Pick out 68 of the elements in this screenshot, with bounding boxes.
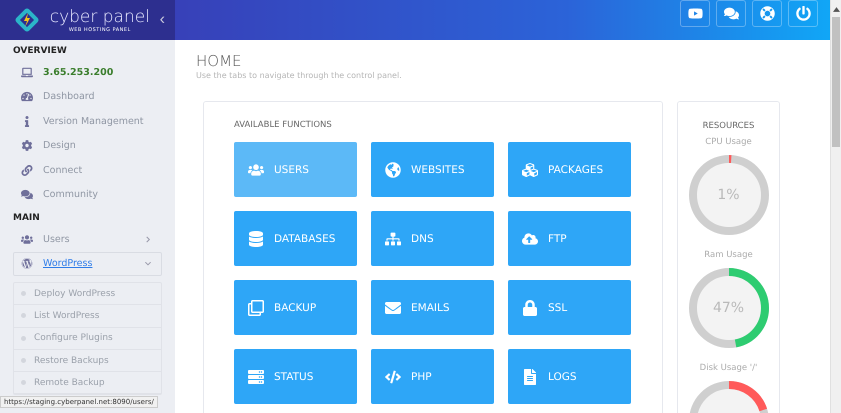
page-subtitle: Use the tabs to navigate through the control panel. xyxy=(196,71,403,80)
code-icon xyxy=(385,368,401,384)
section-title: OVERVIEW xyxy=(12,45,68,58)
function-tile[interactable]: WEBSITES xyxy=(371,142,494,197)
users-icon xyxy=(248,162,264,178)
file-icon xyxy=(522,368,538,384)
server-icon xyxy=(248,368,264,384)
youtube-icon xyxy=(688,6,702,21)
function-tile[interactable]: BACKUP xyxy=(234,280,357,335)
function-tile[interactable]: DNS xyxy=(371,211,494,266)
lock-icon xyxy=(522,300,538,316)
collapse-button[interactable]: ‹ xyxy=(160,11,165,29)
function-tile[interactable]: USERS xyxy=(234,142,357,197)
brand-name: cyber panel xyxy=(50,8,150,26)
cubes-icon xyxy=(522,162,538,178)
gauge-label: Disk Usage '/' xyxy=(700,363,758,373)
lifebuoy-button[interactable] xyxy=(752,0,782,27)
sitemap-icon xyxy=(385,230,401,246)
settings-icon xyxy=(21,140,33,152)
submenu-item[interactable]: Restore Backups xyxy=(14,350,161,372)
users-icon xyxy=(21,234,33,245)
function-tile[interactable]: LOGS xyxy=(508,349,631,404)
sidebar-item[interactable]: Users xyxy=(13,227,162,252)
sidebar-item[interactable]: Connect xyxy=(13,158,162,182)
laptop-icon xyxy=(21,66,33,78)
submenu-item[interactable]: Configure Plugins xyxy=(14,328,161,350)
chat-button[interactable] xyxy=(716,0,746,27)
gauge-reading: 47% xyxy=(712,300,744,316)
card-title: AVAILABLE FUNCTIONS xyxy=(234,120,333,130)
sidebar-item[interactable]: Dashboard xyxy=(13,84,162,109)
power-button[interactable] xyxy=(788,0,818,27)
gauge-label: CPU Usage xyxy=(705,137,752,147)
function-tile[interactable]: DATABASES xyxy=(234,211,357,266)
function-tile[interactable]: STATUS xyxy=(234,349,357,404)
scroll-up-icon[interactable] xyxy=(832,6,840,13)
scrollbar-thumb[interactable] xyxy=(832,17,840,147)
globe-icon xyxy=(385,162,401,178)
envelope-icon xyxy=(385,300,401,316)
function-tile[interactable]: EMAILS xyxy=(371,280,494,335)
sidebar-item[interactable]: 3.65.253.200 xyxy=(13,60,162,84)
card-title: RESOURCES xyxy=(702,121,754,131)
sidebar-item[interactable]: Community xyxy=(13,182,162,207)
power-icon xyxy=(796,6,810,21)
sidebar-item[interactable]: Version Management xyxy=(13,109,162,134)
page-title: HOME xyxy=(196,52,243,70)
chat-icon xyxy=(21,189,33,200)
chat-icon xyxy=(724,6,738,21)
dashboard-icon xyxy=(21,91,33,102)
function-tile[interactable]: FTP xyxy=(508,211,631,266)
wordpress-icon xyxy=(21,258,33,270)
youtube-button[interactable] xyxy=(680,0,710,27)
database-icon xyxy=(248,230,264,246)
function-tile[interactable]: PACKAGES xyxy=(508,142,631,197)
submenu-item[interactable]: List WordPress xyxy=(14,305,161,328)
copy-icon xyxy=(248,300,264,316)
link-icon xyxy=(21,164,33,176)
function-tile[interactable]: PHP xyxy=(371,349,494,404)
gauge-label: Ram Usage xyxy=(704,250,753,260)
sidebar-item[interactable]: Design xyxy=(13,134,162,158)
submenu-item[interactable]: Remote Backup xyxy=(14,372,161,394)
function-tile[interactable]: SSL xyxy=(508,280,631,335)
submenu-item[interactable]: Deploy WordPress xyxy=(14,283,161,306)
gauge-reading: 1% xyxy=(717,187,740,203)
lifebuoy-icon xyxy=(760,6,774,21)
chevron-icon xyxy=(142,260,154,268)
cloud-upload-icon xyxy=(522,230,538,246)
section-title: MAIN xyxy=(12,212,41,225)
sidebar-item[interactable]: WordPress xyxy=(13,252,162,276)
